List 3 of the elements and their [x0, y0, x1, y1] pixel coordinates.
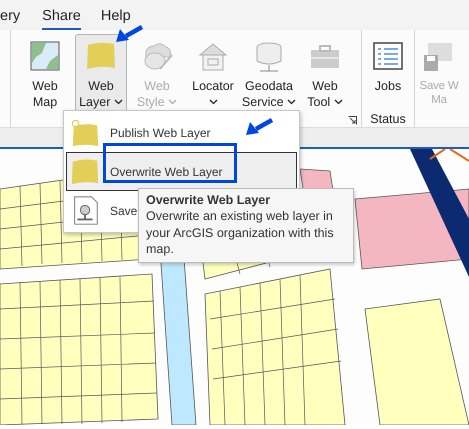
group-label: Status: [370, 112, 406, 125]
tooltip-title: Overwrite Web Layer: [146, 192, 272, 208]
tooltip-text: Overwrite an existing web layer in your ArcGIS organization with this map.: [146, 208, 335, 257]
